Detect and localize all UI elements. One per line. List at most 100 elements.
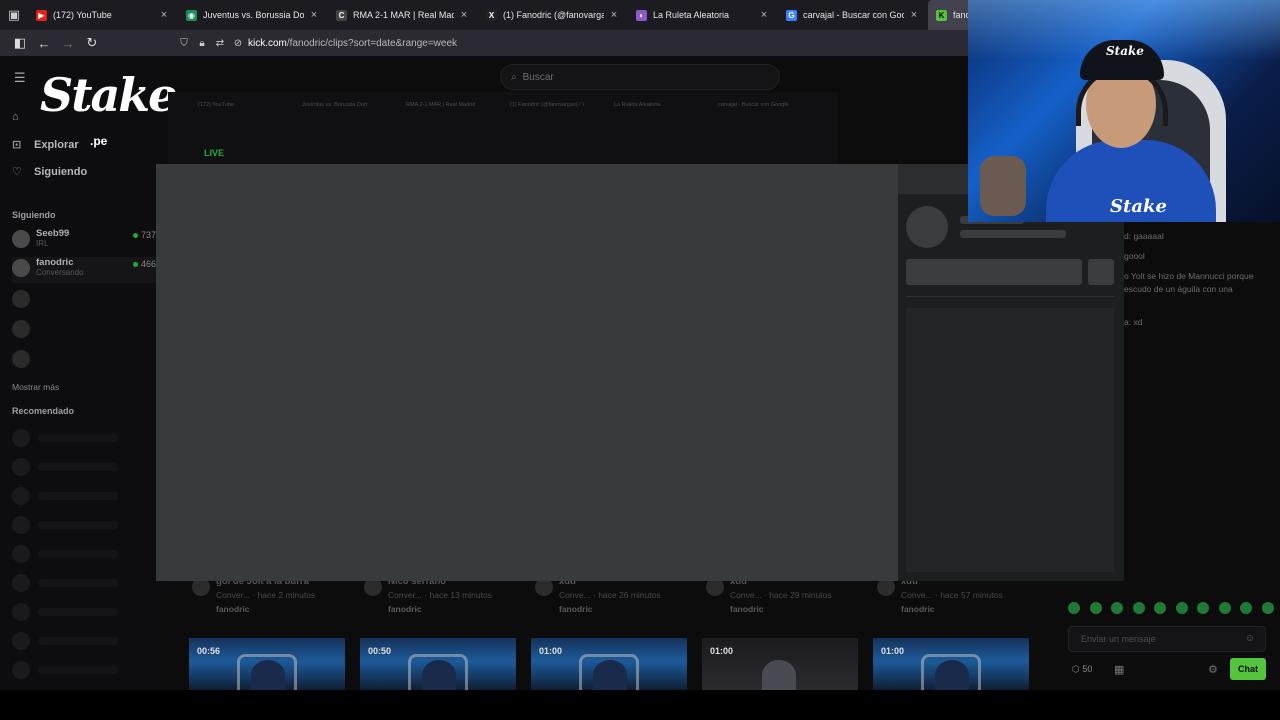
- close-tab-icon[interactable]: ×: [608, 9, 620, 21]
- clip-thumbnail[interactable]: 00:50: [360, 638, 516, 690]
- clip-card[interactable]: Nico serrano Conver... · hace 13 minutos…: [364, 576, 524, 616]
- reload-icon[interactable]: ↻: [80, 31, 104, 55]
- skeleton-line: [960, 230, 1066, 238]
- browser-tab[interactable]: X (1) Fanodric (@fanovargas) / X ×: [478, 0, 628, 30]
- clip-author[interactable]: fanodric: [730, 604, 764, 614]
- shirt-logo-text: Stake: [1110, 196, 1167, 217]
- emote-icon[interactable]: [1261, 602, 1274, 614]
- recommended-placeholder: [12, 458, 152, 476]
- sidebar-item-label: Siguiendo: [34, 165, 88, 178]
- thumbnail-figure: [935, 660, 969, 690]
- show-more-link[interactable]: Mostrar más: [12, 382, 59, 392]
- chat-input-placeholder: Enviar un mensaje: [1081, 634, 1156, 644]
- emote-icon[interactable]: [1132, 602, 1145, 614]
- channel-placeholder[interactable]: [12, 318, 162, 344]
- clip-card[interactable]: gol de Joit a la burra Conver... · hace …: [192, 576, 352, 616]
- live-dot-icon: [132, 233, 138, 238]
- channel-placeholder[interactable]: [12, 348, 162, 374]
- thumbnail-figure: [251, 660, 285, 690]
- browser-tab[interactable]: ▶ (172) YouTube ×: [28, 0, 178, 30]
- text-placeholder: [38, 550, 118, 558]
- channel-placeholder[interactable]: [12, 288, 162, 314]
- close-tab-icon[interactable]: ×: [908, 9, 920, 21]
- tab-overview-icon[interactable]: ▣: [0, 0, 28, 30]
- clip-modal-player-skeleton: [156, 164, 898, 581]
- clip-thumbnail[interactable]: 01:00: [702, 638, 858, 690]
- back-icon[interactable]: ←: [32, 31, 56, 55]
- emote-icon[interactable]: [1111, 602, 1124, 614]
- forward-icon[interactable]: →: [56, 31, 80, 55]
- channel-fanodric[interactable]: fanodric Conversando 466: [12, 257, 162, 283]
- close-tab-icon[interactable]: ×: [308, 9, 320, 21]
- browser-tab[interactable]: ◉ Juventus vs. Borussia Dortmund ×: [178, 0, 328, 30]
- chat-send-button[interactable]: Chat: [1230, 658, 1266, 680]
- browser-tab[interactable]: ◐ La Ruleta Aleatoria ×: [628, 0, 778, 30]
- clip-author[interactable]: fanodric: [216, 604, 250, 614]
- text-placeholder: [38, 463, 118, 471]
- clip-author[interactable]: fanodric: [559, 604, 593, 614]
- clip-thumbnail[interactable]: 01:00: [873, 638, 1029, 690]
- recommended-placeholder: [12, 632, 152, 650]
- section-title-following: Siguiendo: [12, 210, 56, 220]
- clip-card[interactable]: xdd Conve... · hace 57 minutos fanodric: [877, 576, 1037, 616]
- address-bar[interactable]: ⛉ 🔒︎ ⇄ ⊘ kick.com/fanodric/clips?sort=da…: [176, 33, 976, 53]
- clip-duration: 00:50: [368, 646, 392, 656]
- emote-icon[interactable]: [1240, 602, 1253, 614]
- stream-preview[interactable]: (172) YouTube Juventus vs. Borussia Dort…: [168, 92, 838, 172]
- gift-icon[interactable]: ▦: [1114, 663, 1124, 676]
- channel-seeb99[interactable]: Seeb99 IRL 737: [12, 228, 162, 254]
- recommended-placeholder: [12, 429, 152, 447]
- emote-icon[interactable]: [1068, 602, 1080, 614]
- emote-icon[interactable]: [1218, 602, 1231, 614]
- recommended-placeholder: [12, 545, 152, 563]
- close-tab-icon[interactable]: ×: [458, 9, 470, 21]
- thumbnail-figure: [762, 660, 796, 690]
- chat-message: o Yolt se hizo de Mannucci porque: [1124, 271, 1254, 281]
- stake-logo: Stake .pe: [40, 70, 177, 148]
- emote-icon[interactable]: [1197, 602, 1210, 614]
- avatar: [12, 230, 30, 248]
- search-input[interactable]: ⌕ Buscar: [500, 64, 780, 90]
- clip-thumbnail[interactable]: 00:56: [189, 638, 345, 690]
- youtube-icon: ▶: [36, 9, 47, 21]
- clip-meta: Conve... · hace 26 minutos: [559, 590, 661, 600]
- avatar: [12, 350, 30, 368]
- menu-icon[interactable]: ☰: [14, 70, 26, 86]
- emote-icon[interactable]: [1175, 602, 1188, 614]
- clip-duration: 01:00: [710, 646, 734, 656]
- no-camera-icon[interactable]: ⊘: [230, 38, 246, 49]
- tab-label: RMA 2-1 MAR | Real Madrid vs: [353, 10, 454, 20]
- browser-tab[interactable]: C RMA 2-1 MAR | Real Madrid vs ×: [328, 0, 478, 30]
- thumbnail-figure: [422, 660, 456, 690]
- clip-author[interactable]: fanodric: [388, 604, 422, 614]
- emote-bar: [1068, 602, 1274, 618]
- avatar-placeholder: [12, 545, 30, 563]
- browser-tab[interactable]: G carvajal - Buscar con Google ×: [778, 0, 928, 30]
- emoji-icon[interactable]: ☺: [1245, 633, 1255, 644]
- lock-icon[interactable]: 🔒︎: [194, 38, 210, 49]
- permissions-icon[interactable]: ⇄: [212, 38, 228, 49]
- sidebar-item-siguiendo[interactable]: ♡ Siguiendo: [12, 165, 162, 179]
- clip-card[interactable]: xdd Conve... · hace 26 minutos fanodric: [535, 576, 695, 616]
- text-placeholder: [38, 521, 118, 529]
- close-tab-icon[interactable]: ×: [758, 9, 770, 21]
- gear-icon[interactable]: ⚙: [1208, 663, 1218, 676]
- avatar-placeholder: [12, 603, 30, 621]
- emote-icon[interactable]: [1154, 602, 1167, 614]
- channel-points-value: 50: [1082, 664, 1093, 674]
- emote-icon[interactable]: [1089, 602, 1102, 614]
- skeleton-body: [906, 308, 1114, 572]
- sidebar-toggle-icon[interactable]: ◧: [8, 31, 32, 55]
- clip-author[interactable]: fanodric: [901, 604, 935, 614]
- clip-thumbnail[interactable]: 01:00: [531, 638, 687, 690]
- chat-input[interactable]: Enviar un mensaje ☺: [1068, 626, 1266, 652]
- clip-card[interactable]: xdd Conve... · hace 29 minutos fanodric: [706, 576, 866, 616]
- live-badge: LIVE: [204, 148, 225, 158]
- close-tab-icon[interactable]: ×: [158, 9, 170, 21]
- avatar: [12, 290, 30, 308]
- shield-icon[interactable]: ⛉: [176, 38, 192, 49]
- url-host: kick.com: [248, 37, 287, 49]
- channel-points[interactable]: ⬡ 50: [1072, 664, 1092, 675]
- clip-duration: 01:00: [881, 646, 905, 656]
- google-icon: G: [786, 9, 797, 21]
